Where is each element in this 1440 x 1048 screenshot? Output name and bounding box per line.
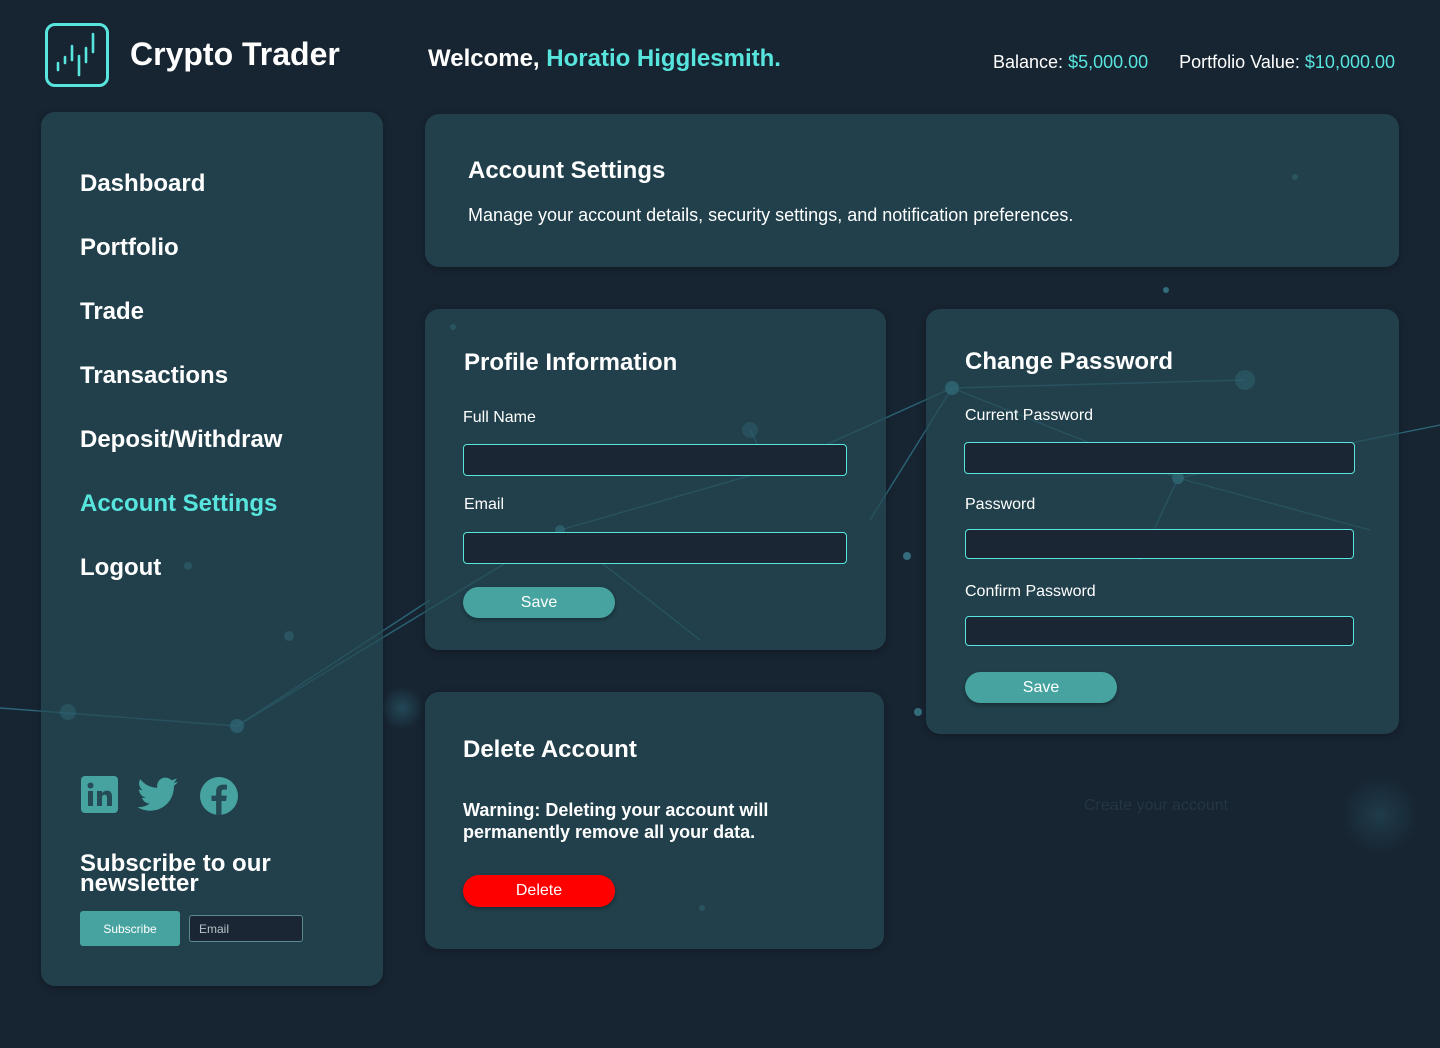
subscribe-button[interactable]: Subscribe bbox=[80, 911, 180, 946]
new-password-input[interactable] bbox=[965, 529, 1354, 559]
sidebar-item-dashboard[interactable]: Dashboard bbox=[80, 168, 282, 232]
delete-warning: Warning: Deleting your account will perm… bbox=[463, 800, 769, 842]
save-password-button[interactable]: Save bbox=[965, 672, 1117, 703]
sidebar-item-account-settings[interactable]: Account Settings bbox=[80, 488, 282, 552]
current-password-label: Current Password bbox=[965, 407, 1094, 424]
full-name-label: Full Name bbox=[463, 409, 536, 426]
welcome-message: Welcome, Horatio Higglesmith. bbox=[428, 45, 781, 73]
balance-stat: Balance: $5,000.00 bbox=[993, 52, 1148, 72]
balance-label: Balance: bbox=[993, 52, 1069, 72]
sidebar-item-transactions[interactable]: Transactions bbox=[80, 360, 282, 424]
newsletter-email-input[interactable] bbox=[189, 915, 303, 942]
account-settings-header-card: Account Settings Manage your account det… bbox=[425, 114, 1399, 267]
logo-icon bbox=[45, 23, 109, 87]
email-input[interactable] bbox=[463, 532, 847, 564]
password-card-title: Change Password bbox=[965, 348, 1174, 375]
sidebar-item-trade[interactable]: Trade bbox=[80, 296, 282, 360]
current-password-input[interactable] bbox=[964, 442, 1355, 474]
confirm-password-label: Confirm Password bbox=[965, 583, 1096, 600]
background-ghost-text: Create your account bbox=[1084, 797, 1229, 814]
portfolio-stat: Portfolio Value: $10,000.00 bbox=[1179, 52, 1395, 72]
twitter-icon[interactable] bbox=[137, 776, 178, 816]
portfolio-value: $10,000.00 bbox=[1304, 52, 1395, 72]
account-stats: Balance: $5,000.00 Portfolio Value: $10,… bbox=[967, 52, 1395, 73]
delete-account-button[interactable]: Delete bbox=[463, 875, 615, 907]
save-profile-button[interactable]: Save bbox=[463, 587, 615, 618]
welcome-prefix: Welcome, bbox=[428, 45, 547, 72]
change-password-card: Change Password Current Password Passwor… bbox=[926, 309, 1399, 734]
full-name-input[interactable] bbox=[463, 444, 847, 476]
confirm-password-input[interactable] bbox=[965, 616, 1354, 646]
linkedin-icon[interactable] bbox=[81, 776, 121, 816]
page-description: Manage your account details, security se… bbox=[468, 205, 1074, 225]
sidebar-item-portfolio[interactable]: Portfolio bbox=[80, 232, 282, 296]
profile-card-title: Profile Information bbox=[464, 349, 678, 376]
sidebar: Dashboard Portfolio Trade Transactions D… bbox=[41, 112, 383, 986]
balance-value: $5,000.00 bbox=[1068, 52, 1149, 72]
page-title: Account Settings bbox=[468, 157, 666, 184]
new-password-label: Password bbox=[965, 496, 1036, 513]
delete-card-title: Delete Account bbox=[463, 736, 637, 763]
delete-account-card: Delete Account Warning: Deleting your ac… bbox=[425, 692, 884, 949]
portfolio-label: Portfolio Value: bbox=[1179, 52, 1305, 72]
email-label: Email bbox=[464, 496, 505, 513]
sidebar-item-logout[interactable]: Logout bbox=[80, 552, 282, 616]
sidebar-item-deposit-withdraw[interactable]: Deposit/Withdraw bbox=[80, 424, 282, 488]
user-name: Horatio Higglesmith. bbox=[546, 45, 781, 72]
sidebar-nav: Dashboard Portfolio Trade Transactions D… bbox=[80, 168, 282, 616]
newsletter-title: Subscribe to our newsletter bbox=[80, 850, 271, 897]
brand-name: Crypto Trader bbox=[130, 36, 340, 72]
profile-information-card: Profile Information Full Name Email Save bbox=[425, 309, 886, 650]
facebook-icon[interactable] bbox=[199, 776, 239, 816]
